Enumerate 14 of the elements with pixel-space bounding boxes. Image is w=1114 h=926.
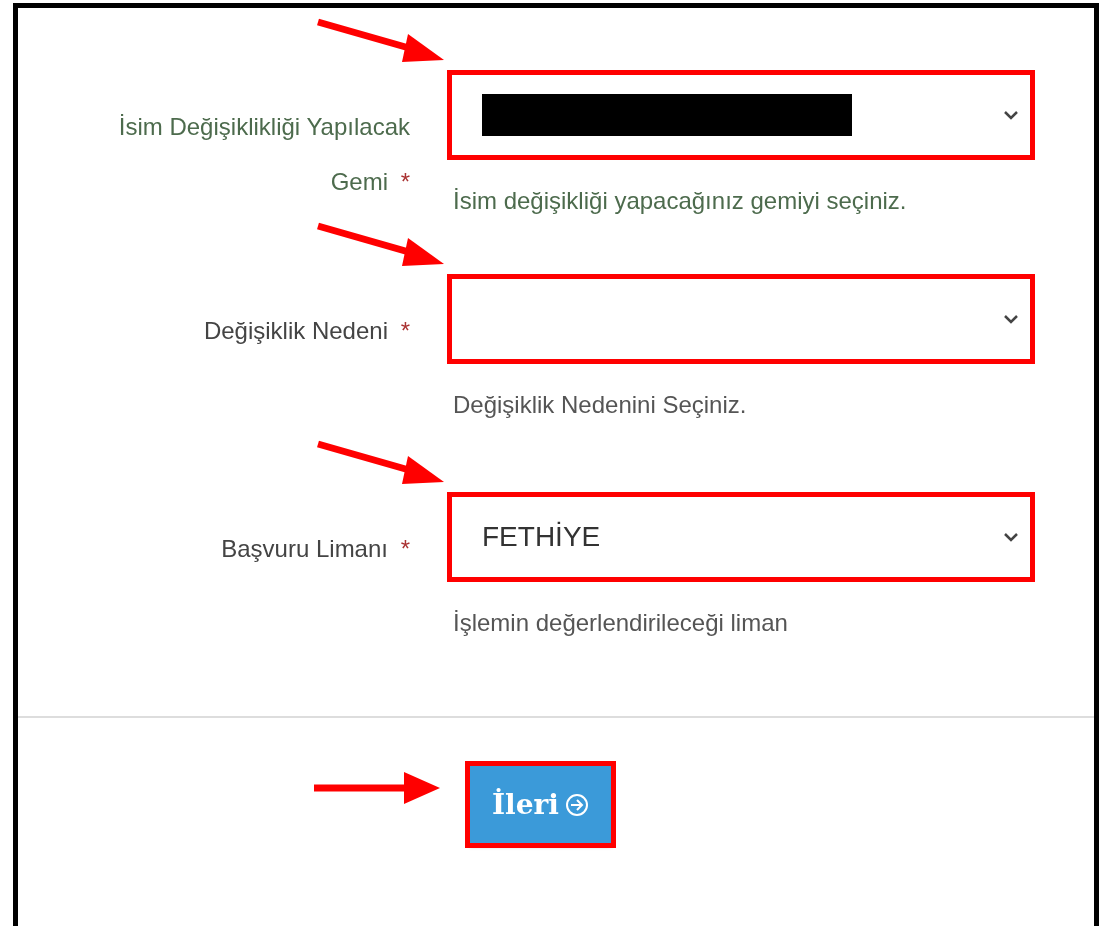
chevron-icon [1004, 314, 1018, 324]
help-text: Değişiklik Nedenini Seçiniz. [452, 390, 748, 420]
chevron-icon [1004, 532, 1018, 542]
field-label: İsim Değişiklikliği Yapılacak Gemi * [117, 112, 410, 197]
dropdown-value: FETHİYE [482, 521, 601, 553]
help-text: İsim değişikliği yapacağınız gemiyi seçiniz. [452, 186, 908, 216]
help-text: İşlemin değerlendirileceği liman [452, 608, 789, 638]
required-mark: * [400, 168, 410, 195]
required-mark: * [400, 317, 410, 344]
required-mark: * [400, 535, 410, 562]
field-label: Başvuru Limanı * [220, 534, 410, 564]
field-label: Değişiklik Nedeni * [202, 316, 410, 346]
arrow-circle-icon [564, 792, 589, 817]
chevron-icon [1004, 110, 1018, 120]
